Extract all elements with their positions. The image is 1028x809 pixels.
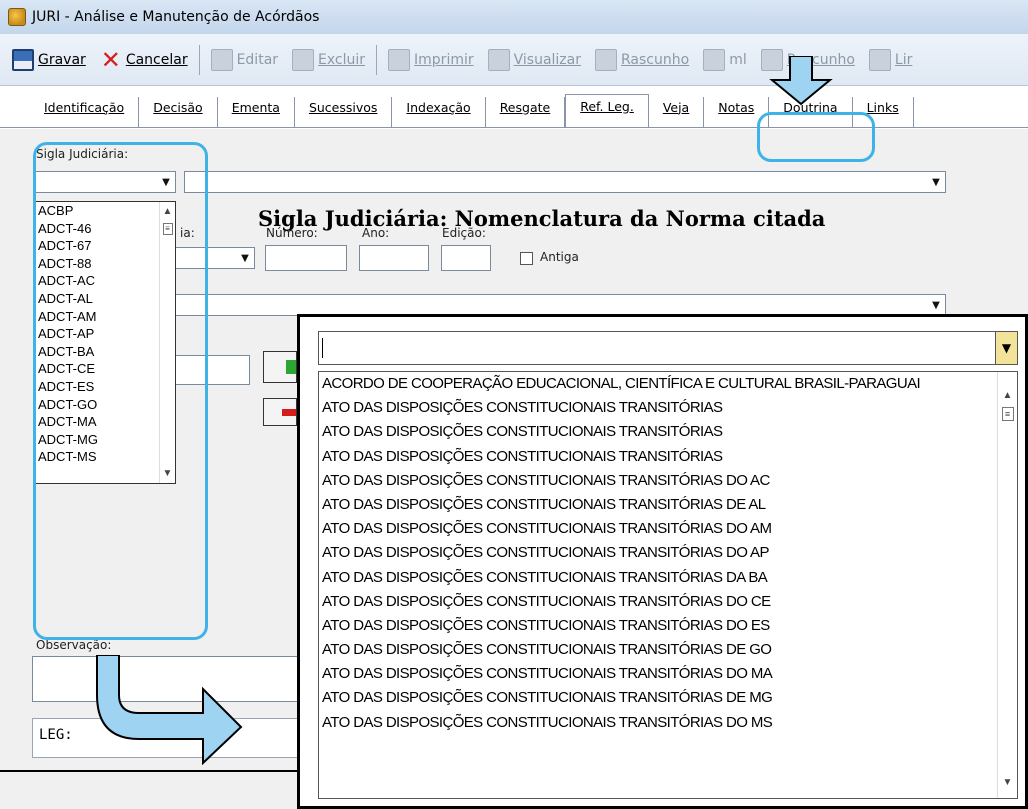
norma-combo-enlarged[interactable]: ▼	[318, 331, 1018, 365]
antiga-label: Antiga	[540, 250, 579, 264]
list-item[interactable]: ATO DAS DISPOSIÇÕES CONSTITUCIONAIS TRAN…	[319, 420, 1017, 444]
scroll-down-icon[interactable]: ▼	[1003, 777, 1013, 788]
app-logo-icon	[8, 8, 26, 26]
down-arrow-pointer-icon	[769, 56, 833, 106]
remove-button[interactable]	[263, 398, 297, 426]
sigla-highlight-frame	[33, 142, 208, 640]
tab-decisao[interactable]: Decisão	[139, 97, 218, 127]
delete-button-label: Excluir	[318, 51, 366, 68]
list-item[interactable]: ATO DAS DISPOSIÇÕES CONSTITUCIONAIS TRAN…	[319, 590, 1017, 614]
chevron-down-icon[interactable]: ▼	[927, 172, 945, 192]
remove-icon	[282, 409, 296, 416]
preview-icon	[487, 48, 510, 71]
save-button-label: Gravar	[38, 51, 86, 68]
print-button[interactable]: Imprimir	[382, 43, 480, 77]
tab-indexacao[interactable]: Indexação	[392, 97, 486, 127]
scroll-up-icon[interactable]: ▲	[1003, 390, 1013, 401]
tab-label: Identificação	[44, 99, 125, 115]
cancel-button-label: Cancelar	[125, 51, 188, 68]
draft-icon	[595, 48, 617, 71]
list-item[interactable]: ATO DAS DISPOSIÇÕES CONSTITUCIONAIS TRAN…	[319, 614, 1017, 638]
list-item[interactable]: ACORDO DE COOPERAÇÃO EDUCACIONAL, CIENTÍ…	[319, 372, 1017, 396]
tab-label: Links	[866, 99, 899, 115]
add-button[interactable]	[263, 351, 297, 383]
tab-sucessivos[interactable]: Sucessivos	[295, 97, 393, 127]
html-button-label: ml	[729, 51, 747, 68]
list-item[interactable]: ATO DAS DISPOSIÇÕES CONSTITUCIONAIS TRAN…	[319, 711, 1017, 735]
clean-button-label: Lir	[894, 51, 913, 68]
edit-button-label: Editar	[236, 51, 279, 68]
save-button[interactable]: Gravar	[6, 43, 92, 77]
tab-highlight-frame	[757, 112, 875, 162]
list-item[interactable]: ATO DAS DISPOSIÇÕES CONSTITUCIONAIS TRAN…	[319, 396, 1017, 420]
delete-button[interactable]: Excluir	[286, 43, 371, 77]
norma-dropdown-list[interactable]: ACORDO DE COOPERAÇÃO EDUCACIONAL, CIENTÍ…	[318, 371, 1018, 799]
window-title: JURI - Análise e Manutenção de Acórdãos	[32, 9, 320, 25]
divider	[0, 770, 300, 772]
tab-ementa[interactable]: Ementa	[218, 97, 295, 127]
list-item[interactable]: ATO DAS DISPOSIÇÕES CONSTITUCIONAIS TRAN…	[319, 566, 1017, 590]
tab-identificacao[interactable]: Identificação	[30, 97, 140, 127]
norma-dropdown-popup: ▼ ACORDO DE COOPERAÇÃO EDUCACIONAL, CIEN…	[297, 314, 1028, 809]
list-item[interactable]: ATO DAS DISPOSIÇÕES CONSTITUCIONAIS TRAN…	[319, 517, 1017, 541]
tab-ref-leg[interactable]: Ref. Leg.	[565, 94, 649, 127]
edit-button[interactable]: Editar	[205, 43, 284, 77]
antiga-checkbox[interactable]	[520, 252, 533, 265]
chevron-down-icon[interactable]: ▼	[927, 295, 945, 315]
draft-button[interactable]: Rascunho	[589, 43, 695, 77]
leg-prefix: LEG:	[39, 727, 73, 743]
scroll-thumb-icon[interactable]: ≡	[1001, 407, 1014, 421]
tab-label: Notas	[718, 99, 755, 115]
tab-label: Indexação	[406, 99, 471, 115]
floppy-icon	[12, 48, 34, 71]
tab-label: Veja	[662, 99, 690, 115]
tab-label: Resgate	[499, 99, 551, 115]
cancel-button[interactable]: ✕ Cancelar	[94, 43, 194, 77]
tab-label: Ref. Leg.	[580, 98, 634, 114]
print-icon	[388, 48, 411, 71]
html-icon	[703, 48, 726, 71]
toolbar: Gravar ✕ Cancelar Editar Excluir Imprimi…	[0, 34, 1028, 86]
html-button[interactable]: ml	[697, 43, 753, 77]
curved-arrow-pointer-icon	[96, 655, 243, 765]
clean-icon	[868, 48, 891, 71]
toolbar-separator	[198, 44, 200, 75]
edicao-input[interactable]	[441, 245, 491, 271]
tab-veja[interactable]: Veja	[649, 97, 705, 127]
secondary-combo[interactable]: ▼	[150, 294, 946, 316]
draft-button-label: Rascunho	[621, 51, 690, 68]
tab-label: Ementa	[231, 99, 280, 115]
numero-input[interactable]	[265, 245, 347, 271]
chevron-down-icon[interactable]: ▼	[995, 332, 1017, 364]
text-caret	[322, 338, 323, 358]
observacao-label: Observação:	[36, 638, 112, 652]
list-item[interactable]: ATO DAS DISPOSIÇÕES CONSTITUCIONAIS TRAN…	[319, 662, 1017, 686]
ano-input[interactable]	[359, 245, 429, 271]
list-item[interactable]: ATO DAS DISPOSIÇÕES CONSTITUCIONAIS TRAN…	[319, 686, 1017, 710]
edit-icon	[210, 48, 233, 71]
add-icon	[286, 360, 296, 374]
preview-button-label: Visualizar	[513, 51, 581, 68]
vertical-scrollbar[interactable]: ▲ ≡ ▼	[997, 372, 1017, 798]
tab-label: Sucessivos	[308, 99, 378, 115]
list-item[interactable]: ATO DAS DISPOSIÇÕES CONSTITUCIONAIS TRAN…	[319, 469, 1017, 493]
norma-combo[interactable]: ▼	[184, 171, 946, 193]
tab-label: Decisão	[153, 99, 203, 115]
delete-icon	[292, 48, 315, 71]
list-item[interactable]: ATO DAS DISPOSIÇÕES CONSTITUCIONAIS TRAN…	[319, 445, 1017, 469]
clean-button[interactable]: Lir	[863, 43, 918, 77]
chevron-down-icon[interactable]: ▼	[236, 248, 254, 268]
callout-title: Sigla Judiciária: Nomenclatura da Norma …	[258, 206, 826, 231]
list-item[interactable]: ATO DAS DISPOSIÇÕES CONSTITUCIONAIS TRAN…	[319, 541, 1017, 565]
window-titlebar: JURI - Análise e Manutenção de Acórdãos	[0, 0, 1028, 34]
list-item[interactable]: ATO DAS DISPOSIÇÕES CONSTITUCIONAIS TRAN…	[319, 493, 1017, 517]
preview-button[interactable]: Visualizar	[482, 43, 587, 77]
tab-resgate[interactable]: Resgate	[486, 97, 566, 127]
cancel-x-icon: ✕	[100, 45, 121, 74]
toolbar-separator	[376, 44, 378, 75]
list-item[interactable]: ATO DAS DISPOSIÇÕES CONSTITUCIONAIS TRAN…	[319, 638, 1017, 662]
print-button-label: Imprimir	[414, 51, 474, 68]
